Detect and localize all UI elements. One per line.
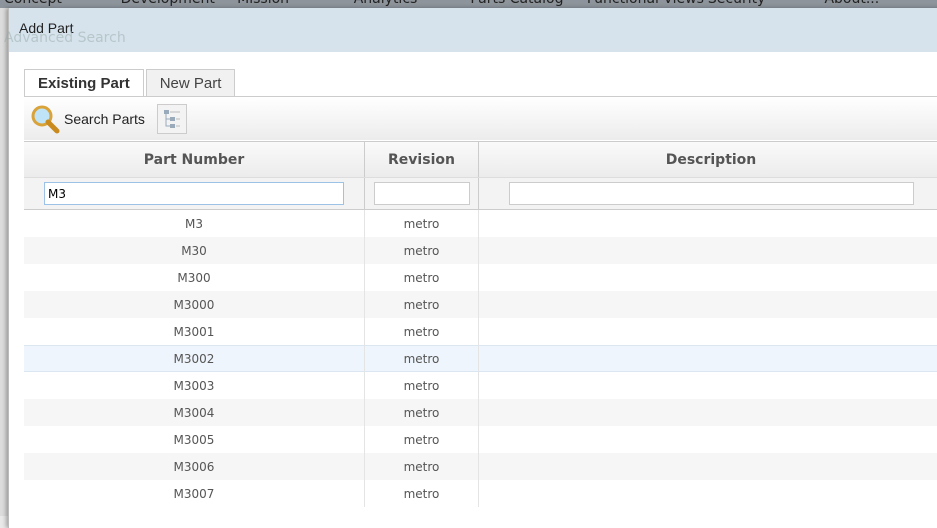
revision-cell: metro <box>365 264 479 291</box>
background-nav: ConceptDevelopmentMissionAnalyticsParts … <box>0 0 937 8</box>
advanced-search-background: Advanced Search <box>4 30 126 46</box>
description-filter[interactable] <box>508 182 914 205</box>
description-cell <box>479 237 937 264</box>
part-number-cell: M3006 <box>24 453 365 480</box>
add-part-dialog: Add Part Existing Part New Part Search P… <box>8 8 937 528</box>
part-number-cell: M3007 <box>24 480 365 507</box>
table-row[interactable]: M3001 metro <box>24 318 937 345</box>
background-nav-item: Parts Catalog <box>466 0 583 8</box>
description-cell <box>479 346 937 371</box>
table-row[interactable]: M3004 metro <box>24 399 937 426</box>
tab-new-part[interactable]: New Part <box>145 69 236 96</box>
table-row[interactable]: M3000 metro <box>24 291 937 318</box>
table-row[interactable]: M3006 metro <box>24 453 937 480</box>
description-cell <box>479 399 937 426</box>
revision-cell: metro <box>365 237 479 264</box>
description-cell <box>479 426 937 453</box>
part-number-cell: M300 <box>24 264 365 291</box>
toolbar: Search Parts <box>24 96 937 140</box>
tab-existing-part[interactable]: Existing Part <box>24 69 144 97</box>
part-number-cell: M3004 <box>24 399 365 426</box>
part-number-filter[interactable] <box>44 182 344 205</box>
description-cell <box>479 318 937 345</box>
table-row[interactable]: M3007 metro <box>24 480 937 507</box>
background-nav-item: Development <box>117 0 234 8</box>
part-number-cell: M3001 <box>24 318 365 345</box>
description-cell <box>479 210 937 237</box>
revision-cell: metro <box>365 453 479 480</box>
column-header-part-number[interactable]: Part Number <box>24 142 365 177</box>
revision-cell: metro <box>365 210 479 237</box>
revision-filter[interactable] <box>373 182 470 205</box>
search-parts-label: Search Parts <box>64 110 145 127</box>
part-number-cell: M3000 <box>24 291 365 318</box>
search-parts-button[interactable]: Search Parts <box>30 104 145 134</box>
revision-cell: metro <box>365 399 479 426</box>
column-header-revision[interactable]: Revision <box>365 142 479 177</box>
magnifier-icon <box>31 105 60 133</box>
dialog-title: Add Part <box>9 8 937 52</box>
table-row[interactable]: M3 metro <box>24 210 937 237</box>
table-row[interactable]: M3002 metro <box>24 345 937 372</box>
tree-icon <box>163 109 180 128</box>
table-row[interactable]: M300 metro <box>24 264 937 291</box>
table-row[interactable]: M30 metro <box>24 237 937 264</box>
table-row[interactable]: M3005 metro <box>24 426 937 453</box>
parts-grid: Part Number Revision Description M3metro… <box>24 141 937 507</box>
part-number-cell: M3003 <box>24 372 365 399</box>
background-nav-item: About... <box>820 0 937 8</box>
part-number-cell: M3002 <box>24 346 365 371</box>
revision-cell: metro <box>365 372 479 399</box>
background-nav-item: Mission <box>233 0 350 8</box>
revision-cell: metro <box>365 291 479 318</box>
part-number-cell: M3 <box>24 210 365 237</box>
background-nav-item: Analytics <box>350 0 467 8</box>
revision-cell: metro <box>365 480 479 507</box>
tree-view-button[interactable] <box>156 103 187 134</box>
background-nav-item: Concept <box>0 0 117 8</box>
revision-cell: metro <box>365 318 479 345</box>
column-header-description[interactable]: Description <box>479 142 937 177</box>
description-cell <box>479 453 937 480</box>
description-cell <box>479 291 937 318</box>
table-row[interactable]: M3003 metro <box>24 372 937 399</box>
background-nav-item: Security <box>704 0 821 8</box>
description-cell <box>479 372 937 399</box>
part-number-cell: M3005 <box>24 426 365 453</box>
background-page <box>0 8 8 516</box>
background-nav-item: Functional Views <box>583 0 704 8</box>
description-cell <box>479 480 937 507</box>
revision-cell: metro <box>365 346 479 371</box>
description-cell <box>479 264 937 291</box>
part-number-cell: M30 <box>24 237 365 264</box>
revision-cell: metro <box>365 426 479 453</box>
